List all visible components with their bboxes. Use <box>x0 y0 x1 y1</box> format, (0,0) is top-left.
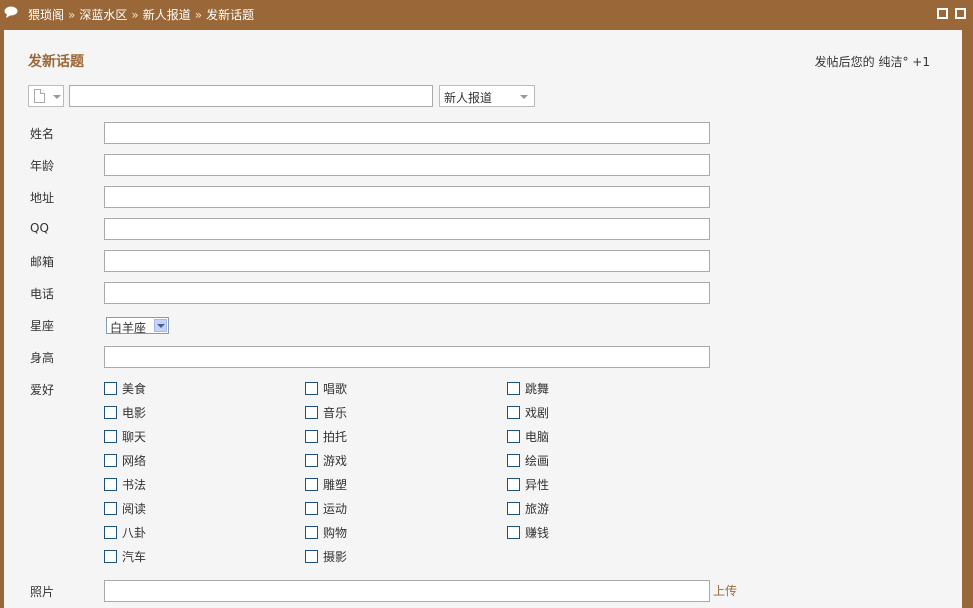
header-bar: 猥琐阁» 深蓝水区» 新人报道» 发新话题 <box>0 0 973 28</box>
photo-path-field[interactable] <box>104 580 710 602</box>
chevron-down-icon <box>53 95 61 99</box>
hobby-label: 爱好 <box>30 383 55 397</box>
breadcrumb-separator: » <box>194 8 203 22</box>
address-label: 地址 <box>30 191 55 205</box>
breadcrumb-item-section[interactable]: 深蓝水区 <box>79 8 127 22</box>
speech-bubble-icon <box>4 6 18 18</box>
qq-label: QQ <box>30 221 49 235</box>
hobby-checkbox[interactable] <box>104 454 117 467</box>
hobby-checkbox[interactable] <box>104 550 117 563</box>
hobby-checkbox-label: 戏剧 <box>525 406 550 420</box>
name-label: 姓名 <box>30 127 55 141</box>
hobby-checkbox[interactable] <box>507 430 520 443</box>
breadcrumb-separator: » <box>131 8 139 22</box>
hobby-checkbox-label: 网络 <box>122 454 147 468</box>
chevron-down-icon <box>154 319 167 332</box>
star-sign-label: 星座 <box>30 319 55 333</box>
breadcrumb-item-current: 发新话题 <box>206 8 255 22</box>
hobby-checkbox[interactable] <box>104 526 117 539</box>
hobby-checkbox-label: 电影 <box>122 406 147 420</box>
hobby-checkbox-label: 书法 <box>122 478 147 492</box>
height-label: 身高 <box>30 351 55 365</box>
hobby-checkbox-label: 摄影 <box>323 550 348 564</box>
hobby-checkbox[interactable] <box>305 550 318 563</box>
hobby-checkbox[interactable] <box>104 430 117 443</box>
hobby-checkbox[interactable] <box>104 478 117 491</box>
chevron-down-icon <box>520 95 528 99</box>
age-field[interactable] <box>104 154 710 176</box>
hobby-checkbox-label: 赚钱 <box>525 526 550 540</box>
breadcrumb-item-forum-home[interactable]: 猥琐阁 <box>28 8 64 22</box>
photo-label: 照片 <box>30 585 55 599</box>
hobby-checkbox[interactable] <box>104 382 117 395</box>
subject-input[interactable] <box>69 85 433 107</box>
star-sign-select[interactable]: 白羊座 <box>106 317 169 335</box>
phone-field[interactable] <box>104 282 710 304</box>
hobby-checkbox-label: 音乐 <box>323 406 348 420</box>
hobby-checkbox[interactable] <box>104 502 117 515</box>
hobby-checkbox-label: 异性 <box>525 478 550 492</box>
address-field[interactable] <box>104 186 710 208</box>
hobby-checkbox[interactable] <box>305 454 318 467</box>
hobby-checkbox[interactable] <box>507 478 520 491</box>
height-field[interactable] <box>104 346 710 368</box>
hobby-checkbox[interactable] <box>305 382 318 395</box>
document-icon <box>34 89 45 103</box>
hobby-checkbox-label: 购物 <box>323 526 348 540</box>
hobby-checkbox[interactable] <box>507 406 520 419</box>
hobby-checkbox-label: 绘画 <box>525 454 550 468</box>
hobby-checkbox[interactable] <box>305 502 318 515</box>
hobby-checkbox[interactable] <box>305 406 318 419</box>
hobby-checkbox-label: 汽车 <box>122 550 147 564</box>
age-label: 年龄 <box>30 159 55 173</box>
upload-link[interactable]: 上传 <box>713 582 737 599</box>
hobby-checkbox[interactable] <box>104 406 117 419</box>
hobby-checkbox-label: 八卦 <box>122 526 147 540</box>
reward-note: 发帖后您的 纯洁° +1 <box>814 55 930 69</box>
hobby-checkbox[interactable] <box>305 478 318 491</box>
hobby-checkbox-label: 跳舞 <box>525 382 550 396</box>
email-field[interactable] <box>104 250 710 272</box>
hobby-checkbox-label: 聊天 <box>122 430 147 444</box>
hobby-checkbox-label: 雕塑 <box>323 478 348 492</box>
hobby-checkbox-label: 电脑 <box>525 430 550 444</box>
breadcrumb-item-board[interactable]: 新人报道 <box>143 8 191 22</box>
hobby-checkbox[interactable] <box>507 382 520 395</box>
page-title: 发新话题 <box>28 54 84 70</box>
phone-label: 电话 <box>30 287 55 301</box>
post-icon-selector[interactable] <box>28 85 64 107</box>
name-field[interactable] <box>104 122 710 144</box>
hobby-checkbox-label: 阅读 <box>122 502 147 516</box>
hobby-checkbox[interactable] <box>305 430 318 443</box>
hobby-checkbox[interactable] <box>305 526 318 539</box>
post-form-panel: 发新话题 发帖后您的 纯洁° +1 新人报道 姓名 年龄 地址 QQ 邮箱 电话… <box>4 30 962 608</box>
maximize-window-button[interactable] <box>955 8 966 19</box>
hobby-checkbox[interactable] <box>507 454 520 467</box>
breadcrumb: 猥琐阁» 深蓝水区» 新人报道» 发新话题 <box>28 6 254 23</box>
hobby-checkbox-label: 运动 <box>323 502 348 516</box>
breadcrumb-separator: » <box>68 8 76 22</box>
hobby-checkbox-label: 旅游 <box>525 502 550 516</box>
star-sign-selected-value: 白羊座 <box>110 321 147 335</box>
category-select[interactable]: 新人报道 <box>439 85 535 107</box>
qq-field[interactable] <box>104 218 710 240</box>
hobby-checkbox-label: 美食 <box>122 382 147 396</box>
hobby-checkbox[interactable] <box>507 526 520 539</box>
hobby-checkbox[interactable] <box>507 502 520 515</box>
hobby-checkbox-label: 拍托 <box>323 430 348 444</box>
hobby-checkbox-label: 唱歌 <box>323 382 348 396</box>
restore-window-button[interactable] <box>937 8 948 19</box>
email-label: 邮箱 <box>30 255 55 269</box>
hobby-checkbox-label: 游戏 <box>323 454 348 468</box>
category-selected-value: 新人报道 <box>444 91 493 105</box>
